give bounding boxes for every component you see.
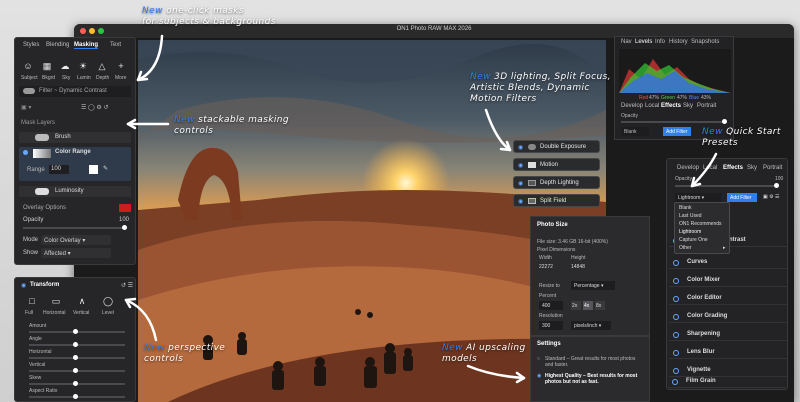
promo-screenshot: ON1 Photo RAW MAX 2026 Styles Blending M…: [0, 0, 800, 402]
arrow-to-upscaling: [466, 364, 526, 380]
arrow-to-presets: [690, 152, 718, 188]
arrow-to-filters: [484, 108, 512, 152]
annotation-arrows: [124, 34, 718, 384]
